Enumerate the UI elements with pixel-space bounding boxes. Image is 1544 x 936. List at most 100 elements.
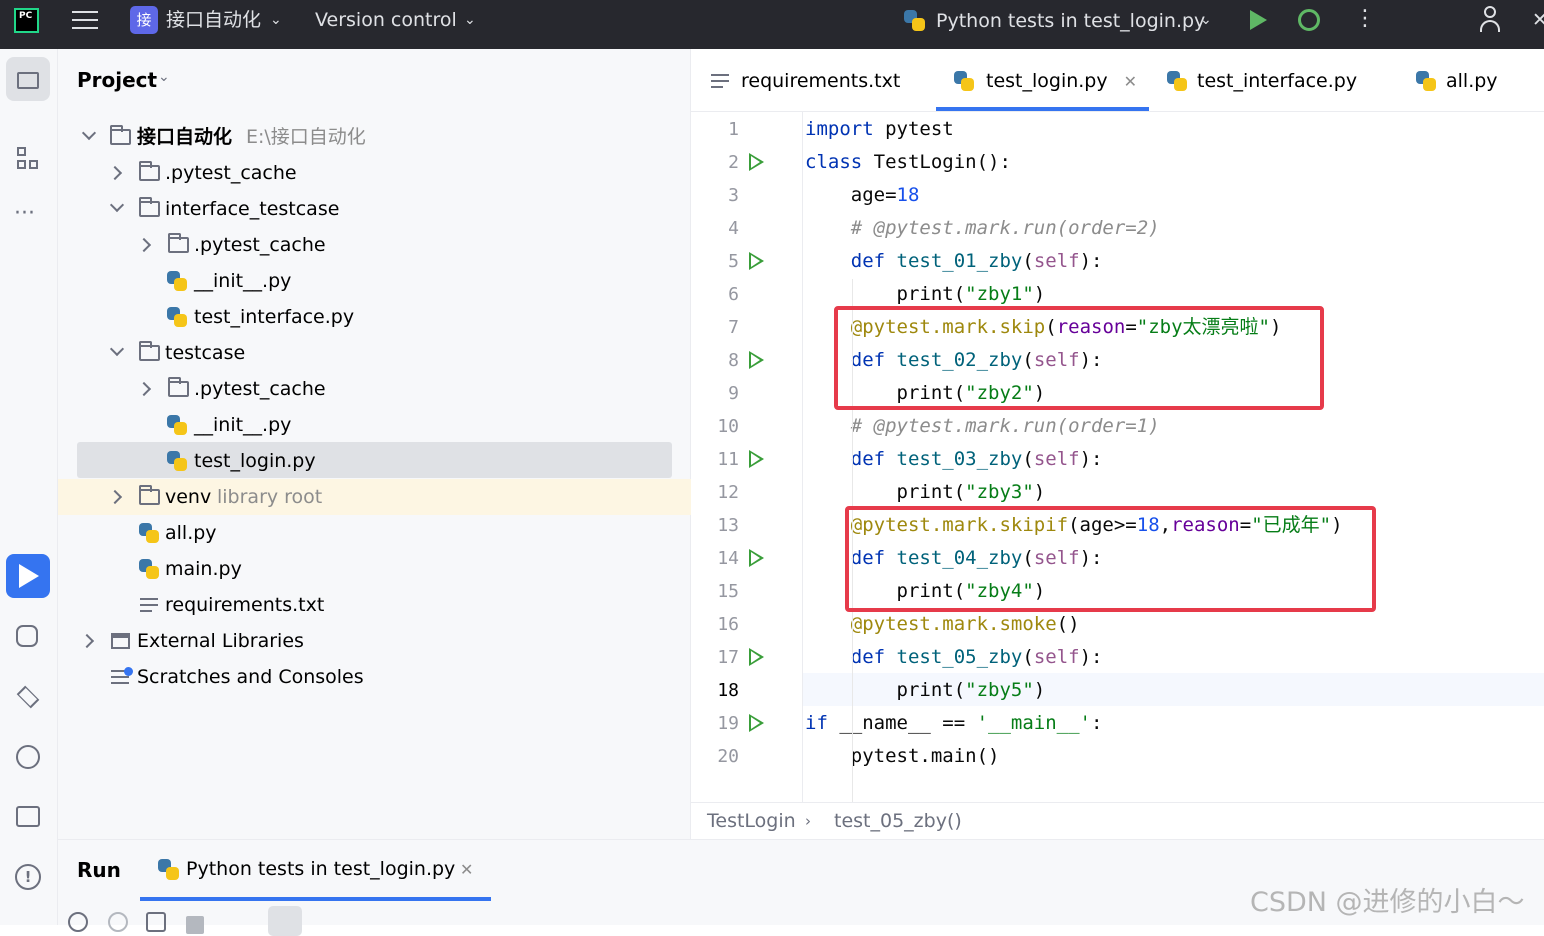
structure-tool-button[interactable] [6,137,50,181]
chevron-down-icon[interactable]: ⌄ [1200,8,1212,32]
python-console-tool-button[interactable] [6,615,50,659]
chevron-down-icon[interactable]: ⌄ [270,8,282,32]
tree-item-file[interactable]: requirements.txt [58,587,691,623]
line-number: 8 [728,350,739,371]
chevron-down-icon[interactable] [109,341,125,357]
breadcrumb-class[interactable]: TestLogin [707,803,796,840]
tab-test-interface[interactable]: test_interface.py [1167,49,1357,112]
project-name-dropdown[interactable]: 接口自动化 [166,8,261,32]
version-control-dropdown[interactable]: Version control [315,8,457,32]
tree-item-scratches[interactable]: Scratches and Consoles [58,659,691,695]
toggle-auto-test-icon[interactable] [146,912,166,932]
tree-item-libraries[interactable]: External Libraries [58,623,691,659]
code-line[interactable]: age=18 [805,179,920,212]
project-badge-icon[interactable]: 接 [130,6,158,34]
code-editor[interactable]: import pytest class TestLogin(): age=18 #… [805,112,1544,807]
problems-tool-button[interactable]: ! [6,855,50,899]
code-line[interactable]: def test_03_zby(self): [805,443,1103,476]
add-user-icon[interactable] [1480,6,1504,34]
code-token: test_05_zby [896,646,1023,668]
services-tool-button[interactable] [6,735,50,779]
code-line[interactable]: print("zby3") [805,476,1046,509]
code-line[interactable]: @pytest.mark.smoke() [805,608,1080,641]
code-line[interactable]: import pytest [805,113,954,146]
show-passed-toggle[interactable] [268,906,302,936]
chevron-right-icon[interactable] [136,237,152,253]
chevron-down-icon[interactable] [109,197,125,213]
python-tests-config-icon [904,10,926,32]
chevron-right-icon[interactable] [107,489,123,505]
chevron-right-icon[interactable] [136,381,152,397]
run-gutter-icon[interactable] [749,351,764,369]
chevron-down-icon[interactable]: ⌄ [158,69,170,85]
package-folder-icon [139,197,160,217]
run-tool-button[interactable] [6,554,50,598]
tree-item-label: .pytest_cache [194,234,326,256]
chevron-right-icon[interactable] [79,633,95,649]
tree-item-folder[interactable]: venv library root [58,479,691,515]
line-number: 7 [728,317,739,338]
structure-icon [17,147,26,156]
tree-item-folder[interactable]: .pytest_cache [58,371,691,407]
tree-item-root[interactable]: 接口自动化 E:\接口自动化 [58,119,691,155]
tree-item-file[interactable]: __init__.py [58,407,691,443]
terminal-tool-button[interactable] [6,795,50,839]
run-tab-label[interactable]: Python tests in test_login.py [186,858,455,880]
run-gutter-icon[interactable] [749,714,764,732]
tree-item-package[interactable]: interface_testcase [58,191,691,227]
highlight-box-skip [834,306,1324,410]
code-line[interactable]: def test_01_zby(self): [805,245,1103,278]
python-packages-tool-button[interactable] [6,675,50,719]
run-gutter-icon[interactable] [749,153,764,171]
run-gutter-icon[interactable] [749,648,764,666]
debug-bug-icon[interactable] [1298,9,1320,31]
run-gutter-icon[interactable] [749,549,764,567]
code-line[interactable]: # @pytest.mark.run(order=1) [805,410,1160,443]
tree-item-file[interactable]: __init__.py [58,263,691,299]
tree-item-label: __init__.py [194,414,292,436]
tree-item-folder[interactable]: .pytest_cache [58,155,691,191]
tree-item-file[interactable]: test_interface.py [58,299,691,335]
main-menu-icon[interactable] [72,9,98,31]
close-tab-icon[interactable]: ✕ [460,860,473,879]
code-token: ( [1022,646,1034,668]
code-line[interactable]: print("zby5") [805,674,1046,707]
tree-item-folder[interactable]: .pytest_cache [58,227,691,263]
code-line[interactable]: pytest.main() [805,740,1000,773]
project-tool-button[interactable] [6,57,50,101]
breadcrumb-method[interactable]: test_05_zby() [834,803,962,840]
rerun-failed-icon[interactable] [108,912,128,932]
run-gutter-icon[interactable] [749,252,764,270]
chevron-down-icon[interactable] [81,125,97,141]
code-token: ( [1022,250,1034,272]
chevron-right-icon[interactable] [107,165,123,181]
tab-label: all.py [1446,70,1498,92]
tree-item-file[interactable]: main.py [58,551,691,587]
chevron-down-icon[interactable]: ⌄ [464,8,476,32]
code-line[interactable]: class TestLogin(): [805,146,1011,179]
code-line[interactable]: if __name__ == '__main__': [805,707,1102,740]
close-tab-icon[interactable]: ✕ [1124,72,1137,91]
project-panel-title[interactable]: Project [77,68,157,92]
pycharm-logo-icon[interactable]: PC [14,8,39,33]
run-icon[interactable] [1250,10,1267,30]
rerun-icon[interactable] [68,912,88,932]
code-line[interactable]: def test_05_zby(self): [805,641,1103,674]
tab-label: test_interface.py [1197,70,1358,92]
line-number: 10 [717,416,739,437]
close-icon[interactable]: ✕ [1532,8,1544,32]
tree-item-file-selected[interactable]: test_login.py [58,443,691,479]
stop-icon[interactable] [186,916,204,934]
tab-test-login-active[interactable]: test_login.py ✕ [954,49,1137,112]
code-line[interactable]: # @pytest.mark.run(order=2) [805,212,1160,245]
tab-requirements[interactable]: requirements.txt [711,49,900,112]
run-gutter-icon[interactable] [749,450,764,468]
run-configuration-dropdown[interactable]: Python tests in test_login.py [936,9,1205,33]
tree-item-file[interactable]: all.py [58,515,691,551]
tab-all-py[interactable]: all.py [1416,49,1498,112]
tree-item-package[interactable]: testcase [58,335,691,371]
more-tools-icon[interactable]: ··· [14,201,35,226]
more-actions-icon[interactable]: ⋮ [1354,7,1376,31]
